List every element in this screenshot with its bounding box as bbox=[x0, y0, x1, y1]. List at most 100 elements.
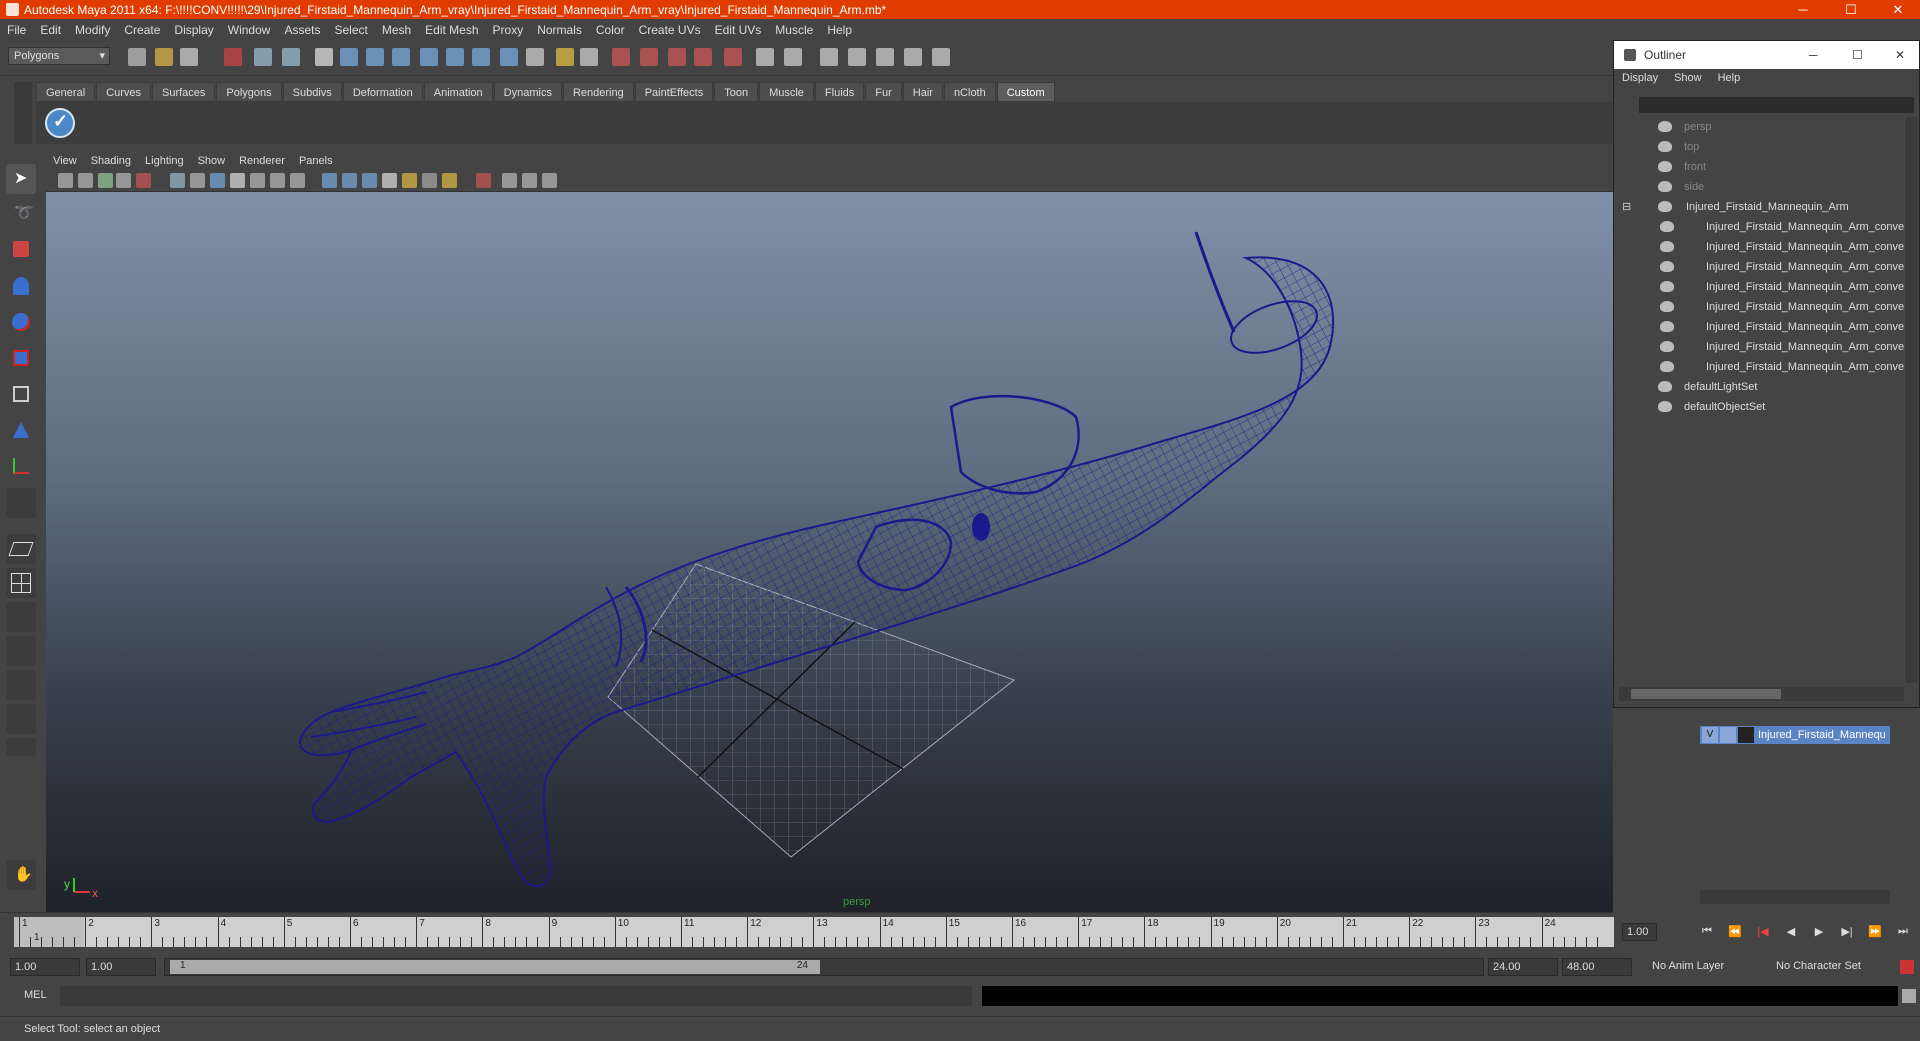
status-toolbar-icon[interactable] bbox=[526, 48, 544, 66]
menu-item[interactable]: Proxy bbox=[486, 23, 531, 37]
status-toolbar-icon[interactable] bbox=[392, 48, 410, 66]
status-toolbar-icon[interactable] bbox=[784, 48, 802, 66]
panel-toolbar-icon[interactable] bbox=[342, 173, 357, 188]
panel-toolbar-icon[interactable] bbox=[476, 173, 491, 188]
anim-layer-dropdown[interactable]: No Anim Layer bbox=[1648, 958, 1758, 976]
shelf-tab[interactable]: Muscle bbox=[759, 82, 814, 102]
status-toolbar-icon[interactable] bbox=[820, 48, 838, 66]
layer-scrollbar[interactable] bbox=[1700, 890, 1890, 904]
rotate-tool-icon[interactable] bbox=[6, 308, 36, 338]
panel-toolbar-icon[interactable] bbox=[116, 173, 131, 188]
outliner-menu-item[interactable]: Show bbox=[1666, 72, 1710, 84]
menu-item[interactable]: Create bbox=[117, 23, 167, 37]
outliner-scroll-thumb[interactable] bbox=[1631, 689, 1781, 699]
layout-options-icon[interactable] bbox=[6, 738, 36, 756]
paint-select-icon[interactable] bbox=[6, 236, 36, 266]
panel-toolbar-icon[interactable] bbox=[78, 173, 93, 188]
status-toolbar-icon[interactable] bbox=[668, 48, 686, 66]
panel-toolbar-icon[interactable] bbox=[190, 173, 205, 188]
status-toolbar-icon[interactable] bbox=[282, 48, 300, 66]
shelf-tab[interactable]: Rendering bbox=[562, 82, 634, 102]
panel-menu-item[interactable]: Renderer bbox=[232, 155, 292, 167]
graph-persp-layout-icon[interactable] bbox=[6, 636, 36, 666]
step-forward-frame-icon[interactable]: ▶| bbox=[1840, 925, 1854, 939]
status-toolbar-icon[interactable] bbox=[472, 48, 490, 66]
panel-toolbar-icon[interactable] bbox=[210, 173, 225, 188]
layer-color-swatch[interactable] bbox=[1738, 727, 1754, 743]
menu-item[interactable]: Assets bbox=[277, 23, 327, 37]
playback-end-field[interactable]: 24.00 bbox=[1488, 958, 1558, 976]
panel-menu-item[interactable]: Panels bbox=[292, 155, 340, 167]
outliner-persp-layout-icon[interactable] bbox=[6, 602, 36, 632]
shelf-tab[interactable]: PaintEffects bbox=[634, 82, 714, 102]
menu-item[interactable]: Create UVs bbox=[632, 23, 708, 37]
menu-item[interactable]: Muscle bbox=[768, 23, 820, 37]
status-toolbar-icon[interactable] bbox=[254, 48, 272, 66]
menu-item[interactable]: Edit bbox=[33, 23, 68, 37]
outliner-maximize-button[interactable]: ☐ bbox=[1852, 41, 1863, 69]
status-toolbar-icon[interactable] bbox=[500, 48, 518, 66]
panel-toolbar-icon[interactable] bbox=[136, 173, 151, 188]
character-set-dropdown[interactable]: No Character Set bbox=[1772, 958, 1882, 976]
menu-item[interactable]: Normals bbox=[530, 23, 589, 37]
panel-menu-item[interactable]: Show bbox=[191, 155, 233, 167]
range-slider-bar[interactable]: 1 24 bbox=[170, 960, 820, 974]
panel-toolbar-icon[interactable] bbox=[522, 173, 537, 188]
panel-menu-item[interactable]: Shading bbox=[84, 155, 138, 167]
time-slider[interactable]: 1 2 3 4 5 6 7 8 9 10 11 12 13 14 15 16 17 18 19 20 21 22 23 24 1 bbox=[14, 917, 1614, 947]
status-toolbar-icon[interactable] bbox=[155, 48, 173, 66]
status-toolbar-icon[interactable] bbox=[848, 48, 866, 66]
shelf-tab[interactable]: Dynamics bbox=[493, 82, 562, 102]
status-toolbar-icon[interactable] bbox=[556, 48, 574, 66]
panel-toolbar-icon[interactable] bbox=[170, 173, 185, 188]
status-toolbar-icon[interactable] bbox=[756, 48, 774, 66]
close-button[interactable]: ✕ bbox=[1878, 0, 1918, 19]
status-toolbar-icon[interactable] bbox=[420, 48, 438, 66]
collapse-icon[interactable]: ⊟ bbox=[1622, 197, 1631, 217]
panel-toolbar-icon[interactable] bbox=[98, 173, 113, 188]
outliner-horizontal-scrollbar[interactable] bbox=[1619, 687, 1904, 701]
soft-mod-tool-icon[interactable] bbox=[6, 416, 36, 446]
step-back-key-icon[interactable]: ⏪ bbox=[1728, 925, 1742, 939]
start-time-field[interactable]: 1.00 bbox=[10, 958, 80, 976]
status-toolbar-icon[interactable] bbox=[876, 48, 894, 66]
layer-visibility-toggle[interactable]: V bbox=[1702, 727, 1718, 743]
shelf-tab[interactable]: Animation bbox=[423, 82, 493, 102]
layer-row[interactable]: V Injured_Firstaid_Mannequ bbox=[1700, 726, 1890, 744]
status-toolbar-icon[interactable] bbox=[180, 48, 198, 66]
hypershade-layout-icon[interactable] bbox=[6, 670, 36, 700]
status-toolbar-icon[interactable] bbox=[224, 48, 242, 66]
outliner-menu-item[interactable]: Help bbox=[1710, 72, 1749, 84]
shelf-tab[interactable]: Surfaces bbox=[151, 82, 216, 102]
status-toolbar-icon[interactable] bbox=[612, 48, 630, 66]
move-tool-icon[interactable] bbox=[6, 272, 36, 302]
status-toolbar-icon[interactable] bbox=[724, 48, 742, 66]
manipulator-tool-icon[interactable] bbox=[6, 380, 36, 410]
command-input[interactable] bbox=[60, 986, 972, 1006]
outliner-close-button[interactable]: ✕ bbox=[1895, 41, 1905, 69]
menu-item[interactable]: Help bbox=[820, 23, 859, 37]
menu-item[interactable]: Window bbox=[221, 23, 278, 37]
panel-toolbar-icon[interactable] bbox=[58, 173, 73, 188]
panel-toolbar-icon[interactable] bbox=[402, 173, 417, 188]
menu-item[interactable]: File bbox=[0, 23, 33, 37]
menu-item[interactable]: Edit UVs bbox=[708, 23, 769, 37]
menu-item[interactable]: Modify bbox=[68, 23, 117, 37]
play-forwards-icon[interactable]: ▶ bbox=[1812, 925, 1826, 939]
outliner-vertical-scrollbar[interactable] bbox=[1905, 117, 1917, 683]
status-toolbar-icon[interactable] bbox=[904, 48, 922, 66]
go-to-end-icon[interactable]: ⏭ bbox=[1896, 925, 1910, 939]
status-toolbar-icon[interactable] bbox=[128, 48, 146, 66]
step-forward-key-icon[interactable]: ⏩ bbox=[1868, 925, 1882, 939]
shelf-tab[interactable]: Curves bbox=[96, 82, 151, 102]
auto-key-icon[interactable] bbox=[1900, 960, 1914, 974]
shelf-menu-handle[interactable] bbox=[14, 82, 32, 144]
shelf-tab[interactable]: Toon bbox=[714, 82, 759, 102]
menu-item[interactable]: Select bbox=[327, 23, 374, 37]
end-time-field[interactable]: 48.00 bbox=[1562, 958, 1632, 976]
shelf-tab[interactable]: Hair bbox=[902, 82, 943, 102]
maximize-button[interactable]: ☐ bbox=[1831, 0, 1871, 19]
select-tool-icon[interactable]: ➤ bbox=[6, 164, 36, 194]
layer-template-toggle[interactable] bbox=[1720, 727, 1736, 743]
shelf-tab[interactable]: Deformation bbox=[342, 82, 423, 102]
